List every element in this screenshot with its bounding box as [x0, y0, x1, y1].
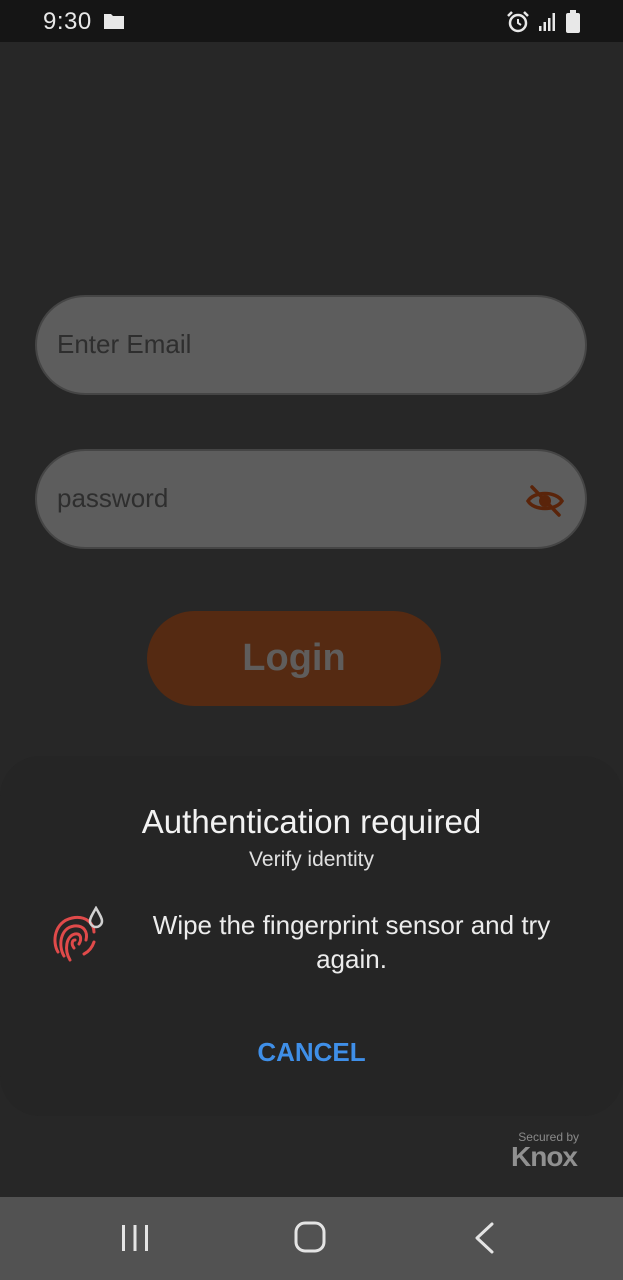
recents-icon[interactable]	[118, 1221, 152, 1255]
navigation-bar	[0, 1197, 623, 1280]
login-button[interactable]: Login	[147, 611, 441, 706]
email-placeholder: Enter Email	[57, 329, 192, 359]
dialog-subtitle: Verify identity	[249, 848, 374, 871]
screen: 9:30 Enter Email password Login Authenti…	[0, 0, 623, 1280]
home-icon[interactable]	[292, 1219, 328, 1255]
signal-icon	[539, 13, 555, 31]
alarm-icon	[507, 11, 529, 33]
dialog-title: Authentication required	[141, 803, 482, 840]
password-field[interactable]: password	[35, 449, 587, 549]
cancel-button[interactable]: CANCEL	[240, 1030, 383, 1074]
back-icon[interactable]	[470, 1221, 498, 1255]
biometric-dialog: Authentication required Verify identity …	[0, 756, 623, 1116]
fingerprint-error-icon	[53, 906, 104, 962]
battery-icon	[566, 10, 580, 33]
dialog-message: Wipe the fingerprint sensor and try agai…	[152, 910, 551, 974]
eye-off-icon[interactable]	[525, 481, 565, 521]
email-field[interactable]: Enter Email	[35, 295, 587, 395]
status-time: 9:30	[43, 8, 92, 35]
status-bar: 9:30	[0, 0, 623, 42]
folder-icon	[104, 14, 124, 29]
knox-logo: Knox	[511, 1141, 578, 1172]
password-placeholder: password	[57, 483, 169, 513]
